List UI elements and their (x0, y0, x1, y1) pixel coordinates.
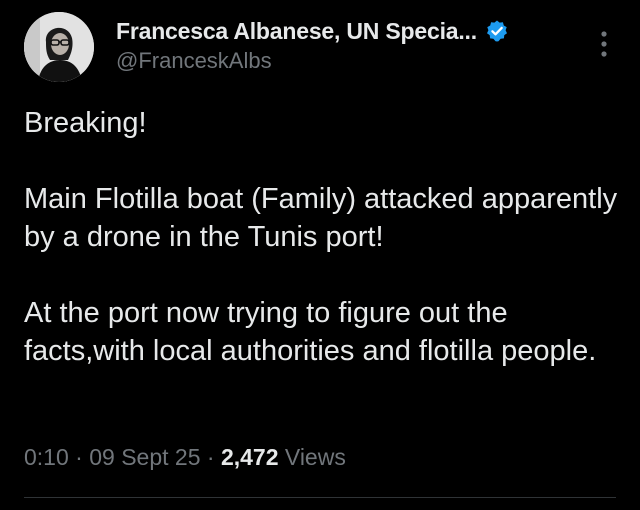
views-count: 2,472 (220, 444, 279, 470)
tweet: Francesca Albanese, UN Specia... @France… (0, 0, 640, 510)
post-date[interactable]: 09 Sept 25 (89, 444, 200, 470)
author-name-row[interactable]: Francesca Albanese, UN Specia... (116, 14, 509, 48)
divider (24, 497, 616, 498)
author-handle[interactable]: @FranceskAlbs (116, 48, 272, 74)
meta-separator: · (68, 444, 90, 470)
post-time[interactable]: 0:10 (24, 444, 69, 470)
avatar-image (24, 12, 94, 82)
post-meta: 0:10 · 09 Sept 25 · 2,472 Views (24, 444, 346, 471)
more-options-icon[interactable] (594, 26, 614, 62)
views-label: Views (278, 444, 346, 470)
author-display-name[interactable]: Francesca Albanese, UN Specia... (116, 18, 477, 45)
avatar[interactable] (24, 12, 94, 82)
meta-separator: · (200, 444, 221, 470)
post-text: Breaking! Main Flotilla boat (Family) at… (24, 107, 618, 367)
verified-badge-icon (485, 19, 509, 43)
